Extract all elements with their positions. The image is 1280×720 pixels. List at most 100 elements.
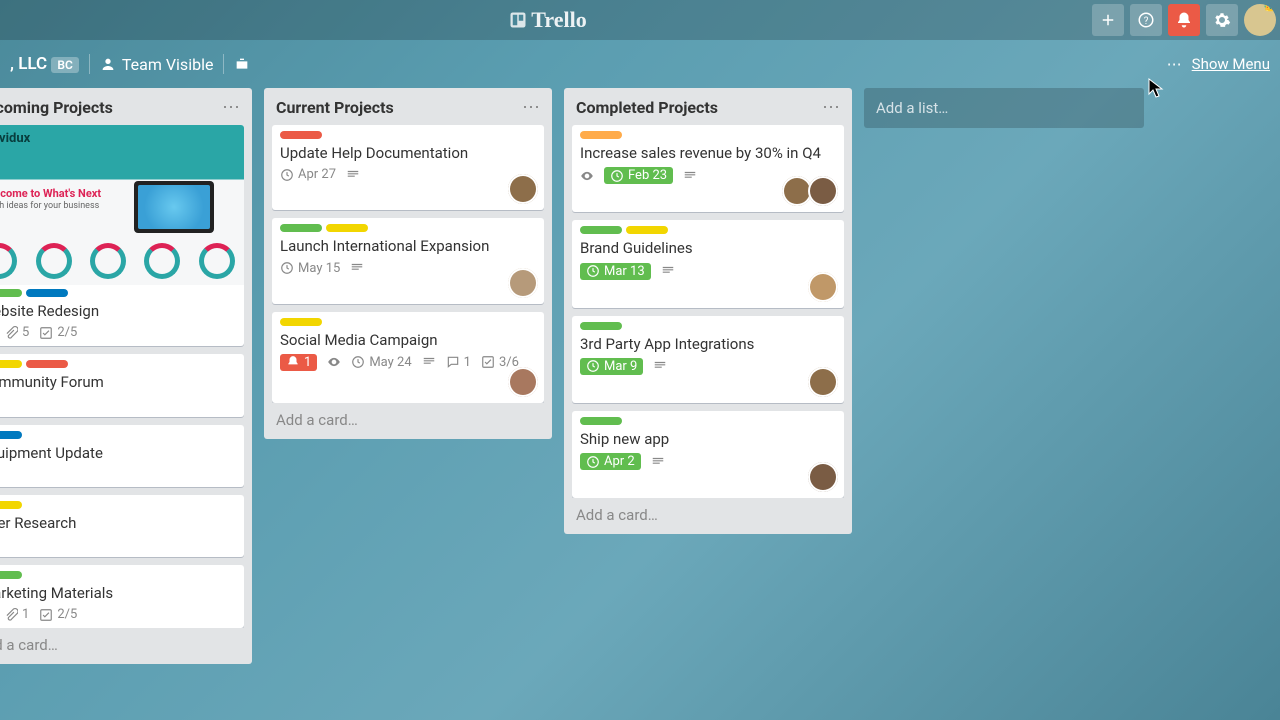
card-labels bbox=[580, 131, 836, 139]
card-badges: Mar 9 bbox=[580, 358, 836, 375]
card-labels bbox=[0, 571, 236, 579]
add-card-button[interactable]: Add a card… bbox=[272, 403, 544, 431]
card[interactable]: Ship new appApr 2 bbox=[572, 411, 844, 498]
visibility-button[interactable]: Team Visible bbox=[100, 55, 214, 74]
label-blue bbox=[0, 431, 22, 439]
list-menu-icon[interactable]: ⋯ bbox=[222, 103, 240, 113]
card-labels bbox=[280, 224, 536, 232]
eye-badge bbox=[580, 169, 594, 183]
card-badges: 1May 2413/6 bbox=[280, 354, 536, 371]
card-title: 3rd Party App Integrations bbox=[580, 334, 836, 354]
card-badges: May 15 bbox=[280, 261, 536, 276]
label-yellow bbox=[0, 501, 22, 509]
brand-text: Trello bbox=[531, 7, 586, 33]
card-badges: Apr 2 bbox=[580, 453, 836, 470]
card-badges: Apr 27 bbox=[280, 167, 536, 182]
briefcase-icon[interactable] bbox=[234, 56, 250, 72]
create-button[interactable] bbox=[1092, 4, 1124, 36]
card-members bbox=[512, 367, 538, 397]
due-badge: Mar 13 bbox=[580, 263, 651, 280]
add-list-button[interactable]: Add a list… bbox=[864, 88, 1144, 128]
due-badge: Mar 9 bbox=[580, 358, 643, 375]
show-menu-link[interactable]: Show Menu bbox=[1192, 55, 1270, 73]
label-red bbox=[26, 360, 68, 368]
card-members bbox=[512, 174, 538, 204]
card-title: Launch International Expansion bbox=[280, 236, 536, 256]
member-avatar[interactable] bbox=[808, 176, 838, 206]
label-yellow bbox=[280, 318, 322, 326]
team-name[interactable]: , LLC BC bbox=[10, 54, 79, 74]
card[interactable]: Launch International Expansion May 15 bbox=[272, 218, 544, 303]
desc-badge bbox=[661, 264, 675, 278]
separator bbox=[223, 54, 224, 74]
due-badge: Apr 2 bbox=[580, 453, 641, 470]
card-title: Community Forum bbox=[0, 372, 236, 392]
card-members bbox=[812, 462, 838, 492]
card-title: Update Help Documentation bbox=[280, 143, 536, 163]
notifications-button[interactable] bbox=[1168, 4, 1200, 36]
help-button[interactable]: ? bbox=[1130, 4, 1162, 36]
list-title[interactable]: Current Projects bbox=[276, 98, 394, 117]
card[interactable]: Community Forum bbox=[0, 354, 244, 416]
brand-area: Trello bbox=[4, 7, 1092, 33]
add-card-button[interactable]: Add a card… bbox=[0, 628, 244, 656]
card[interactable]: Social Media Campaign1May 2413/6 bbox=[272, 312, 544, 403]
global-header: Trello ? 👑 bbox=[0, 0, 1280, 40]
board-header: , LLC BC Team Visible ⋯ Show Menu bbox=[0, 40, 1280, 88]
card[interactable]: Equipment Update bbox=[0, 425, 244, 487]
people-icon bbox=[100, 56, 116, 72]
member-avatar[interactable] bbox=[808, 272, 838, 302]
list-menu-icon[interactable]: ⋯ bbox=[822, 103, 840, 113]
desc-badge bbox=[651, 455, 665, 469]
menu-dots-icon[interactable]: ⋯ bbox=[1167, 55, 1182, 73]
card[interactable]: 3rd Party App Integrations Mar 9 bbox=[572, 316, 844, 403]
card-badges: 12/5 bbox=[0, 607, 236, 622]
comment-badge: 1 bbox=[446, 355, 471, 370]
card[interactable]: Brand GuidelinesMar 13 bbox=[572, 220, 844, 307]
header-actions: ? 👑 bbox=[1092, 4, 1276, 36]
settings-button[interactable] bbox=[1206, 4, 1238, 36]
member-avatar[interactable] bbox=[808, 462, 838, 492]
desc-badge bbox=[350, 261, 364, 275]
member-avatar[interactable] bbox=[808, 367, 838, 397]
card-members bbox=[512, 268, 538, 298]
add-card-button[interactable]: Add a card… bbox=[572, 498, 844, 526]
check-badge: 2/5 bbox=[39, 325, 77, 340]
attach-badge: 5 bbox=[4, 325, 29, 340]
card-title: Website Redesign bbox=[0, 301, 236, 321]
list: Completed Projects ⋯ Increase sales revenu… bbox=[564, 88, 852, 534]
card-badges: 5 2/5 bbox=[0, 325, 236, 340]
label-green bbox=[0, 571, 22, 579]
alert-badge: 1 bbox=[280, 354, 317, 371]
card-labels bbox=[580, 226, 836, 234]
card[interactable]: User Research bbox=[0, 495, 244, 557]
eye-badge bbox=[327, 355, 341, 369]
member-avatar[interactable] bbox=[508, 174, 538, 204]
list-menu-icon[interactable]: ⋯ bbox=[522, 103, 540, 113]
member-avatar[interactable] bbox=[508, 268, 538, 298]
member-avatar[interactable] bbox=[508, 367, 538, 397]
label-green bbox=[580, 417, 622, 425]
user-avatar[interactable]: 👑 bbox=[1244, 4, 1276, 36]
card[interactable]: Increase sales revenue by 30% in Q4 Feb 2… bbox=[572, 125, 844, 212]
clock-badge: May 24 bbox=[351, 355, 411, 370]
card-title: Increase sales revenue by 30% in Q4 bbox=[580, 143, 836, 163]
list: Upcoming Projects ⋯ Travidux Welcome to W… bbox=[0, 88, 252, 664]
desc-badge bbox=[422, 355, 436, 369]
card[interactable]: Travidux Welcome to What's NextFresh ide… bbox=[0, 125, 244, 346]
card-cover: Travidux Welcome to What's NextFresh ide… bbox=[0, 125, 244, 285]
crown-icon: 👑 bbox=[1263, 4, 1276, 12]
card-labels bbox=[0, 289, 236, 297]
brand-logo[interactable]: Trello bbox=[509, 7, 586, 33]
card[interactable]: Update Help Documentation Apr 27 bbox=[272, 125, 544, 210]
list-title[interactable]: Upcoming Projects bbox=[0, 98, 113, 117]
list-title[interactable]: Completed Projects bbox=[576, 98, 718, 117]
label-yellow bbox=[326, 224, 368, 232]
label-orange bbox=[580, 131, 622, 139]
label-yellow bbox=[626, 226, 668, 234]
label-red bbox=[280, 131, 322, 139]
due-badge: Feb 23 bbox=[604, 167, 673, 184]
card[interactable]: Marketing Materials12/5 bbox=[0, 565, 244, 628]
card-members bbox=[786, 176, 838, 206]
card-badges: Mar 13 bbox=[580, 263, 836, 280]
